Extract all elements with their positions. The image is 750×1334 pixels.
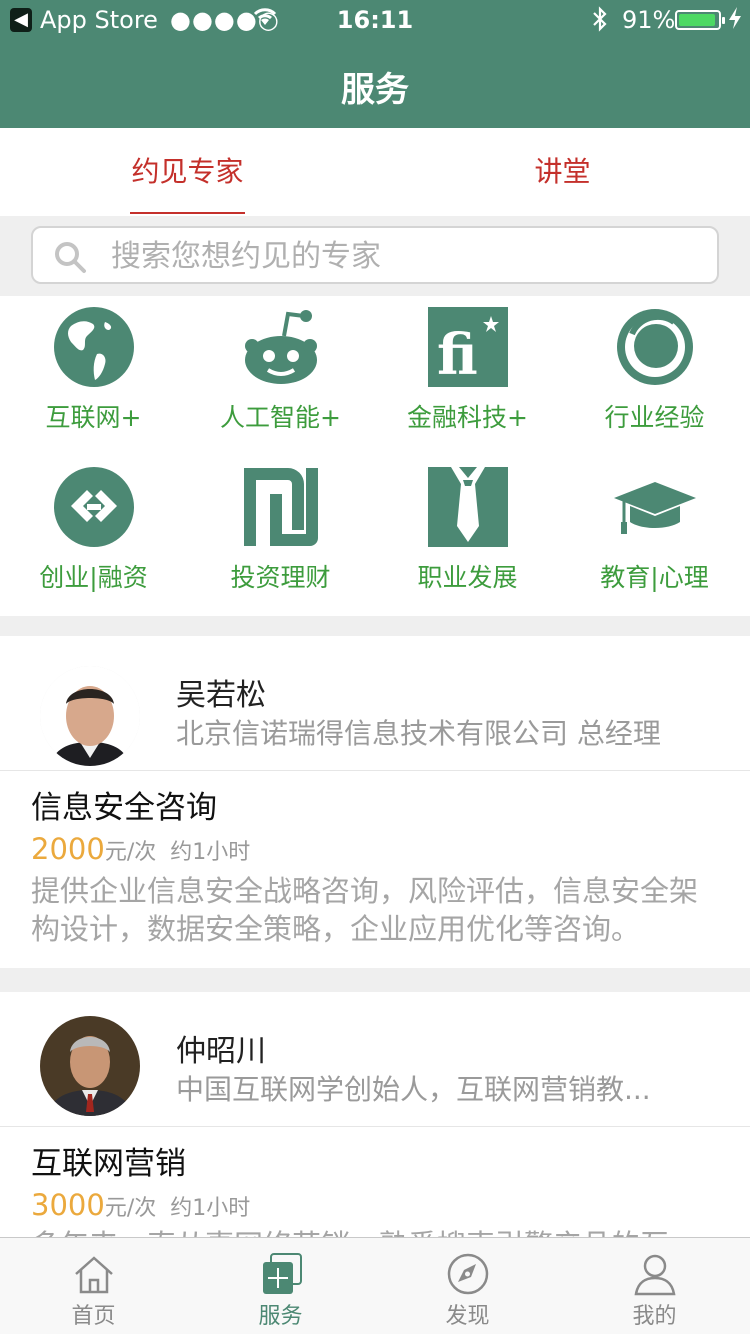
tabbar-label: 发现 <box>445 1304 490 1329</box>
expert-title: 北京信诺瑞得信息技术有限公司 总经理 <box>176 717 661 750</box>
category-label: 人工智能+ <box>220 403 341 432</box>
page-title: 服务 <box>341 70 409 110</box>
duration: 约1小时 <box>170 840 251 865</box>
svg-text:fi: fi <box>437 322 478 388</box>
home-icon <box>75 1256 113 1294</box>
service-icon <box>263 1253 302 1294</box>
category-career[interactable]: 职业发展 <box>374 456 561 616</box>
divider <box>0 1126 750 1127</box>
expert-name: 吴若松 <box>176 678 266 713</box>
category-label: 投资理财 <box>230 563 331 592</box>
service-name: 信息安全咨询 <box>31 790 217 826</box>
category-label: 创业|融资 <box>39 563 148 592</box>
tie-icon <box>428 467 508 547</box>
avatar <box>40 666 140 766</box>
price-unit: 元/次 <box>104 1196 157 1221</box>
robot-icon <box>245 310 317 384</box>
ring-icon <box>617 309 693 385</box>
category-education[interactable]: 教育|心理 <box>561 456 748 616</box>
status-bar: ◀ App Store ●●●●○ 16:11 91% <box>0 0 750 40</box>
price-amount: 2000 <box>31 832 105 866</box>
category-label: 教育|心理 <box>600 563 709 592</box>
shekel-icon <box>244 468 318 546</box>
link-icon <box>54 467 134 547</box>
price-amount: 3000 <box>31 1188 105 1222</box>
graduation-cap-icon <box>614 482 696 534</box>
tabbar-item-me[interactable]: 我的 <box>561 1238 748 1334</box>
header: ◀ App Store ●●●●○ 16:11 91% 服务 <box>0 0 750 128</box>
category-fintech[interactable]: fi 金融科技+ <box>374 296 561 456</box>
tabbar-label: 我的 <box>632 1304 677 1329</box>
bottom-tab-bar: 首页 服务 发现 我的 <box>0 1237 750 1334</box>
service-description: 提供企业信息安全战略咨询，风险评估，信息安全架构设计，数据安全策略，企业应用优化… <box>31 874 699 946</box>
expert-card[interactable]: 吴若松 北京信诺瑞得信息技术有限公司 总经理 信息安全咨询 2000元/次 约1小… <box>0 636 750 968</box>
tabbar-item-service[interactable]: 服务 <box>187 1238 374 1334</box>
bluetooth-icon <box>590 6 610 38</box>
search-bar <box>0 216 750 296</box>
category-industry[interactable]: 行业经验 <box>561 296 748 456</box>
category-label: 行业经验 <box>604 403 705 432</box>
price-line: 2000元/次 约1小时 <box>31 832 250 866</box>
battery-percentage: 91% <box>622 6 676 34</box>
tabbar-item-discover[interactable]: 发现 <box>374 1238 561 1334</box>
category-ai[interactable]: 人工智能+ <box>187 296 374 456</box>
price-line: 3000元/次 约1小时 <box>31 1188 250 1222</box>
price-unit: 元/次 <box>104 840 157 865</box>
search-box[interactable] <box>31 226 719 284</box>
search-input[interactable] <box>111 236 701 276</box>
tabbar-label: 首页 <box>71 1304 116 1329</box>
expert-title: 中国互联网学创始人，互联网营销教... <box>176 1073 651 1106</box>
category-startup[interactable]: 创业|融资 <box>0 456 187 616</box>
charging-icon <box>728 6 742 35</box>
tab-meet-expert[interactable]: 约见专家 <box>130 128 245 216</box>
expert-name: 仲昭川 <box>176 1034 266 1069</box>
search-icon <box>55 242 86 273</box>
expert-card[interactable]: 仲昭川 中国互联网学创始人，互联网营销教... 互联网营销 3000元/次 约1小… <box>0 992 750 1237</box>
category-internet[interactable]: 互联网+ <box>0 296 187 456</box>
category-label: 职业发展 <box>417 563 518 592</box>
service-name: 互联网营销 <box>31 1146 186 1182</box>
battery-icon <box>675 10 725 30</box>
category-grid: 互联网+ 人工智能+ fi 金融科技+ 行业经验 创业|融资 投资理财 职业发展… <box>0 296 750 616</box>
duration: 约1小时 <box>170 1196 251 1221</box>
category-label: 金融科技+ <box>407 403 528 432</box>
compass-icon <box>447 1253 489 1295</box>
user-icon <box>634 1254 676 1296</box>
service-description: 多年来一直从事网络营销，熟悉搜索引擎产品的互 <box>31 1226 721 1237</box>
tabbar-item-home[interactable]: 首页 <box>0 1238 187 1334</box>
category-investment[interactable]: 投资理财 <box>187 456 374 616</box>
divider <box>0 770 750 771</box>
fi-icon: fi <box>428 307 508 388</box>
globe-icon <box>54 307 134 387</box>
segment-tabs: 约见专家 讲堂 <box>0 128 750 216</box>
avatar <box>40 1016 140 1116</box>
tabbar-label: 服务 <box>258 1304 303 1329</box>
category-label: 互联网+ <box>45 403 142 432</box>
tab-lecture[interactable]: 讲堂 <box>520 128 605 216</box>
